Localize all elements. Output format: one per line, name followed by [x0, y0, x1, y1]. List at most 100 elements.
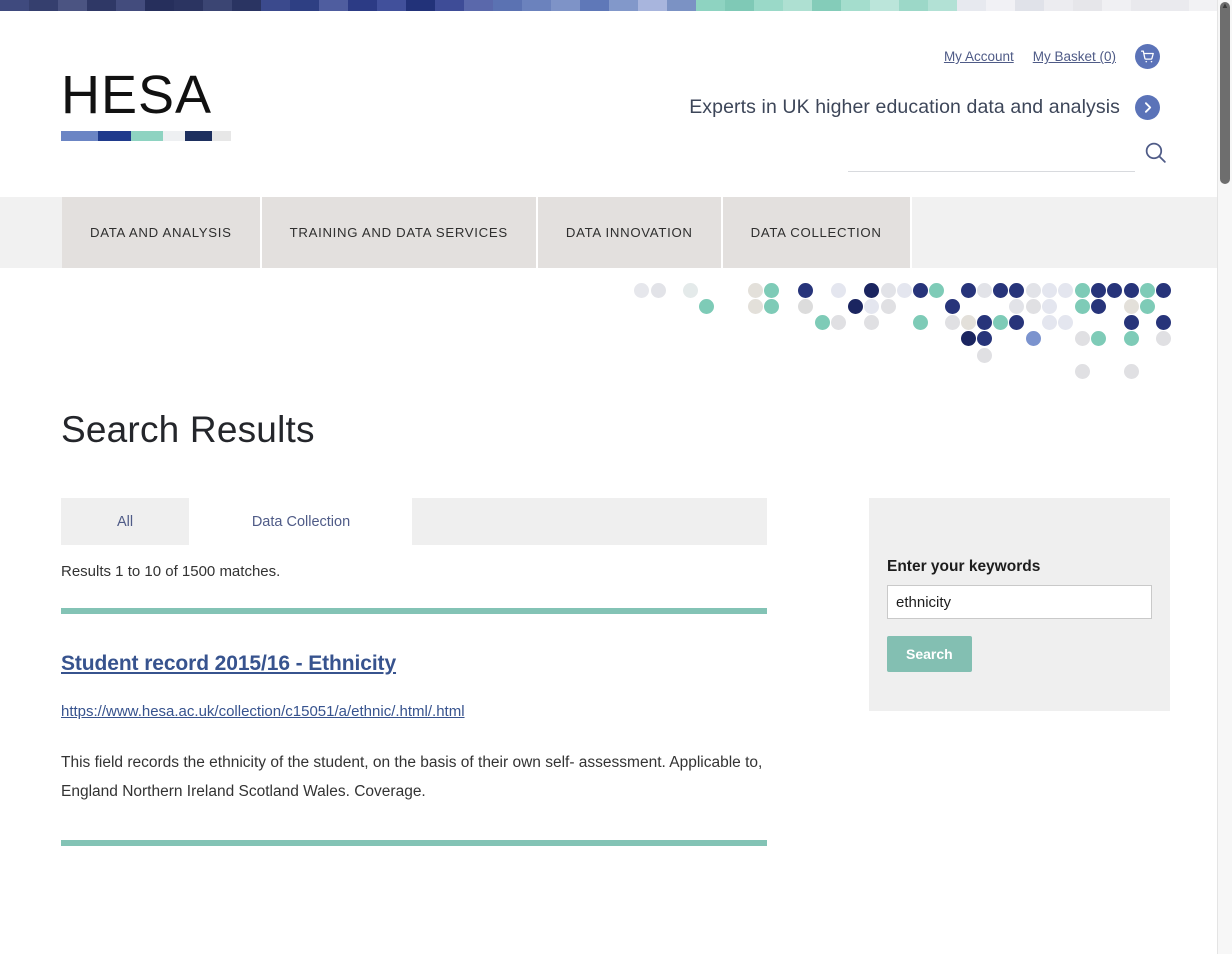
- result-bottom-divider: [61, 840, 767, 846]
- result-title-link[interactable]: Student record 2015/16 - Ethnicity: [61, 652, 396, 676]
- my-account-link[interactable]: My Account: [944, 49, 1014, 64]
- banner-dot: [634, 283, 649, 298]
- top-strip-segment-8: [232, 0, 261, 11]
- tab-data-collection[interactable]: Data Collection: [190, 498, 413, 545]
- top-strip-segment-23: [667, 0, 696, 11]
- banner-dot: [945, 299, 960, 314]
- top-strip-segment-1: [29, 0, 58, 11]
- shopping-cart-icon[interactable]: [1135, 44, 1160, 69]
- top-strip-segment-29: [841, 0, 870, 11]
- top-strip-segment-31: [899, 0, 928, 11]
- top-strip-segment-25: [725, 0, 754, 11]
- banner-dot: [748, 299, 763, 314]
- top-strip-segment-33: [957, 0, 986, 11]
- top-strip-segment-10: [290, 0, 319, 11]
- banner-dot: [1042, 299, 1057, 314]
- nav-item-data-collection[interactable]: DATA COLLECTION: [722, 197, 912, 268]
- sidebar-search-button[interactable]: Search: [887, 636, 972, 672]
- banner-dot: [1042, 283, 1057, 298]
- hesa-logo[interactable]: HESA: [61, 68, 231, 141]
- top-strip-segment-19: [551, 0, 580, 11]
- top-strip-segment-16: [464, 0, 493, 11]
- banner-dot: [815, 315, 830, 330]
- tagline-text: Experts in UK higher education data and …: [689, 96, 1120, 118]
- top-strip-segment-3: [87, 0, 116, 11]
- top-strip-segment-22: [638, 0, 667, 11]
- nav-right-filler: [911, 197, 1218, 268]
- tab-spacer: [413, 498, 767, 545]
- banner-dot: [961, 331, 976, 346]
- banner-dot: [748, 283, 763, 298]
- nav-item-data-innovation[interactable]: DATA INNOVATION: [537, 197, 723, 268]
- banner-dot: [1124, 283, 1139, 298]
- top-strip-segment-24: [696, 0, 725, 11]
- banner-dot: [1124, 299, 1139, 314]
- my-basket-link[interactable]: My Basket (0): [1033, 49, 1116, 64]
- scroll-up-arrow-icon[interactable]: ▲: [1221, 1, 1229, 10]
- top-strip-segment-38: [1102, 0, 1131, 11]
- top-strip-segment-6: [174, 0, 203, 11]
- banner-dot: [1042, 315, 1057, 330]
- banner-dot: [831, 283, 846, 298]
- banner-dot: [848, 299, 863, 314]
- banner-dot: [1026, 299, 1041, 314]
- top-strip-segment-11: [319, 0, 348, 11]
- top-strip-segment-0: [0, 0, 29, 11]
- page-title: Search Results: [61, 409, 315, 450]
- top-strip-segment-15: [435, 0, 464, 11]
- chevron-right-circle-icon[interactable]: [1135, 95, 1160, 120]
- banner-dot: [1156, 283, 1171, 298]
- result-url-link[interactable]: https://www.hesa.ac.uk/collection/c15051…: [61, 703, 465, 720]
- banner-dot: [1156, 331, 1171, 346]
- result-item: Student record 2015/16 - Ethnicity https…: [61, 614, 767, 846]
- results-count: Results 1 to 10 of 1500 matches.: [61, 563, 281, 580]
- banner-dot: [651, 283, 666, 298]
- banner-dot: [1156, 315, 1171, 330]
- banner-dot: [1009, 283, 1024, 298]
- top-strip-segment-14: [406, 0, 435, 11]
- top-strip-segment-32: [928, 0, 957, 11]
- top-strip-segment-34: [986, 0, 1015, 11]
- top-strip-segment-13: [377, 0, 406, 11]
- page-scrollbar-track[interactable]: ▲: [1217, 0, 1232, 954]
- tab-all[interactable]: All: [61, 498, 190, 545]
- results-tabs: All Data Collection: [61, 498, 767, 545]
- top-strip-segment-35: [1015, 0, 1044, 11]
- header-search-input[interactable]: [848, 136, 1135, 172]
- tagline-row[interactable]: Experts in UK higher education data and …: [689, 95, 1160, 120]
- banner-dot: [881, 283, 896, 298]
- banner-dot: [1091, 299, 1106, 314]
- keywords-input[interactable]: [887, 585, 1152, 619]
- search-sidebar-panel: Enter your keywords Search: [869, 498, 1170, 711]
- nav-item-training-and-data-services[interactable]: TRAINING AND DATA SERVICES: [261, 197, 538, 268]
- logo-bar-segment-2: [130, 131, 163, 141]
- banner-dot: [961, 283, 976, 298]
- banner-dot: [1058, 315, 1073, 330]
- banner-dot: [977, 283, 992, 298]
- banner-dot: [881, 299, 896, 314]
- top-strip-segment-4: [116, 0, 145, 11]
- main-navigation: DATA AND ANALYSIS TRAINING AND DATA SERV…: [0, 197, 1218, 268]
- banner-dot: [864, 283, 879, 298]
- header-search-button[interactable]: [1135, 140, 1168, 172]
- banner-dot: [977, 348, 992, 363]
- top-strip-segment-28: [812, 0, 841, 11]
- banner-dot: [1107, 283, 1122, 298]
- nav-item-data-and-analysis[interactable]: DATA AND ANALYSIS: [62, 197, 262, 268]
- top-strip-segment-18: [522, 0, 551, 11]
- site-header: HESA My Account My Basket (0) Experts in…: [0, 11, 1218, 197]
- top-strip-segment-20: [580, 0, 609, 11]
- banner-dot: [1026, 331, 1041, 346]
- top-strip-segment-27: [783, 0, 812, 11]
- logo-bar-segment-3: [162, 131, 186, 141]
- top-strip-segment-30: [870, 0, 899, 11]
- banner-dot: [993, 315, 1008, 330]
- banner-dot: [929, 283, 944, 298]
- banner-dot: [864, 299, 879, 314]
- page-scrollbar-thumb[interactable]: [1220, 2, 1230, 184]
- top-strip-segment-36: [1044, 0, 1073, 11]
- top-strip-segment-9: [261, 0, 290, 11]
- top-strip-segment-12: [348, 0, 377, 11]
- banner-dot: [699, 299, 714, 314]
- banner-dot: [1124, 364, 1139, 379]
